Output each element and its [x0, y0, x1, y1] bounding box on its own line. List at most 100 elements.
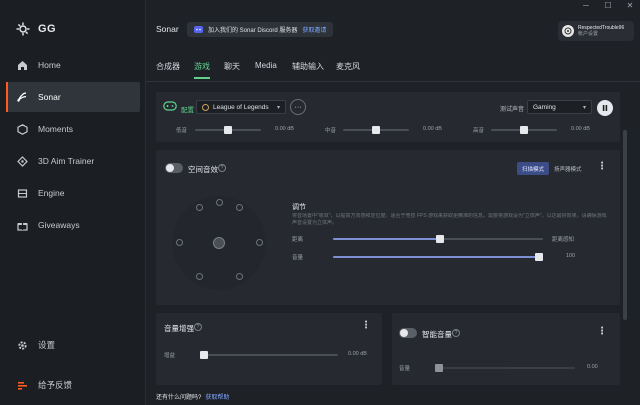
sidebar-item-label: Giveaways: [38, 220, 80, 230]
tab-aux[interactable]: 辅助输入: [292, 61, 324, 77]
tab-mixer[interactable]: 合成器: [156, 61, 180, 77]
tab-game[interactable]: 游戏: [194, 61, 210, 79]
tab-microphone[interactable]: 麦克风: [336, 61, 360, 77]
tab-chat[interactable]: 聊天: [224, 61, 240, 77]
smart-volume-toggle[interactable]: [399, 328, 417, 338]
page-title: Sonar: [156, 24, 179, 34]
slider-thumb[interactable]: [435, 364, 443, 372]
adjust-title: 调节: [292, 204, 306, 211]
test-sound-select[interactable]: Gaming ▾: [527, 100, 592, 114]
sidebar-item-label: 给予反馈: [38, 380, 73, 390]
listener-head-icon: [213, 237, 225, 249]
more-menu-icon[interactable]: ⋮: [361, 320, 371, 331]
gear-icon: [16, 339, 28, 351]
more-options-button[interactable]: ···: [290, 99, 306, 115]
close-button[interactable]: ✕: [620, 0, 640, 12]
config-select-value: League of Legends: [213, 103, 269, 111]
ellipsis-icon: ···: [294, 103, 302, 111]
crosshair-icon: [16, 155, 28, 167]
bass-slider[interactable]: [195, 126, 261, 134]
sidebar-item-home[interactable]: Home: [6, 50, 140, 80]
sidebar-item-moments[interactable]: Moments: [6, 114, 140, 144]
distance-end-label: 距离感知: [552, 237, 575, 243]
speaker-center-icon: [216, 199, 223, 206]
steelseries-logo-icon: [16, 22, 30, 36]
engine-icon: [16, 187, 28, 199]
test-sound-label: 测试声音: [500, 107, 525, 113]
bass-boost-slider[interactable]: [200, 351, 338, 359]
slider-thumb[interactable]: [436, 235, 445, 243]
pause-button[interactable]: [597, 100, 613, 116]
sidebar-item-label: 3D Aim Trainer: [38, 156, 95, 166]
sidebar-item-label: Home: [38, 60, 61, 70]
app-window: GG Home Sonar Moments 3D Aim Trainer Eng…: [0, 0, 640, 405]
help-icon[interactable]: ?: [218, 164, 226, 172]
slider-thumb[interactable]: [200, 351, 208, 359]
eq-slider-label: 低音: [176, 128, 188, 134]
discord-invite-link[interactable]: 获取邀请: [302, 25, 326, 34]
minimize-button[interactable]: ─: [576, 0, 596, 12]
slider-fill: [333, 256, 541, 258]
treble-slider[interactable]: [491, 126, 557, 134]
smart-volume-slider-label: 音量: [399, 366, 411, 372]
speaker-front-left-icon: [196, 204, 203, 211]
user-avatar-icon: [564, 27, 572, 35]
smart-volume-panel: [392, 313, 620, 385]
bass-boost-value: 0.00 dB: [348, 351, 367, 357]
discord-banner[interactable]: 加入我们的 Sonar Discord 服务器 获取邀请: [187, 22, 334, 37]
config-select[interactable]: League of Legends ▾: [196, 100, 286, 114]
treble-value: 0.00 dB: [571, 126, 590, 132]
speaker-side-left-icon: [176, 239, 183, 246]
slider-thumb[interactable]: [535, 253, 543, 261]
sidebar-item-engine[interactable]: Engine: [6, 178, 140, 208]
sidebar-item-feedback[interactable]: 给予反馈: [6, 370, 140, 400]
chevron-down-icon: ▾: [276, 105, 280, 111]
help-icon[interactable]: ?: [194, 323, 202, 331]
sidebar-item-aim-trainer[interactable]: 3D Aim Trainer: [6, 146, 140, 176]
more-menu-icon[interactable]: ⋮: [597, 161, 607, 172]
gift-icon: [16, 219, 28, 231]
tab-media[interactable]: Media: [255, 61, 277, 75]
slider-thumb[interactable]: [224, 126, 232, 134]
spatial-volume-slider[interactable]: [333, 253, 543, 261]
speaker-rear-right-icon: [236, 273, 243, 280]
test-sound-value: Gaming: [533, 103, 556, 111]
mid-slider[interactable]: [343, 126, 409, 134]
distance-slider[interactable]: [333, 235, 543, 243]
moments-icon: [16, 123, 28, 135]
help-icon[interactable]: ?: [452, 329, 460, 337]
sidebar-item-settings[interactable]: 设置: [6, 330, 140, 360]
mode-speaker-button[interactable]: 扬声器模式: [549, 162, 587, 175]
sidebar: GG Home Sonar Moments 3D Aim Trainer Eng…: [0, 0, 146, 405]
home-icon: [16, 59, 28, 71]
account-chip[interactable]: RespectedTrouble96 帐户设置: [558, 21, 634, 41]
sidebar-item-giveaways[interactable]: Giveaways: [6, 210, 140, 240]
pause-icon: [602, 105, 608, 111]
help-link[interactable]: 获取帮助: [205, 395, 229, 401]
tab-bar: 合成器 游戏 聊天 Media 辅助输入 麦克风: [146, 56, 640, 82]
bass-boost-title: 音量增强: [164, 324, 194, 333]
mid-value: 0.00 dB: [423, 126, 442, 132]
avatar: [562, 25, 574, 37]
distance-label: 距离: [292, 237, 304, 243]
speaker-front-right-icon: [236, 204, 243, 211]
more-menu-icon[interactable]: ⋮: [597, 326, 607, 337]
footer-question: 还有什么问题吗?: [156, 395, 202, 401]
spatial-audio-title: 空间音效: [188, 165, 218, 174]
spatial-audio-toggle[interactable]: [165, 163, 183, 173]
sidebar-item-label: 设置: [38, 340, 56, 350]
slider-thumb[interactable]: [520, 126, 528, 134]
maximize-button[interactable]: ☐: [598, 0, 618, 12]
mode-scan-button[interactable]: 扫描模式: [517, 162, 550, 175]
sidebar-item-sonar[interactable]: Sonar: [6, 82, 140, 112]
smart-volume-slider[interactable]: [435, 364, 575, 372]
spatial-volume-value: 100: [566, 253, 576, 259]
account-settings-link[interactable]: 帐户设置: [578, 31, 624, 37]
discord-text: 加入我们的 Sonar Discord 服务器: [208, 28, 298, 34]
game-logo-icon: [202, 103, 209, 111]
eq-slider-label: 高音: [473, 128, 485, 134]
scrollbar[interactable]: [623, 130, 627, 320]
volume-label: 音量: [292, 255, 304, 261]
slider-thumb[interactable]: [372, 126, 380, 134]
chevron-down-icon: ▾: [582, 105, 586, 111]
